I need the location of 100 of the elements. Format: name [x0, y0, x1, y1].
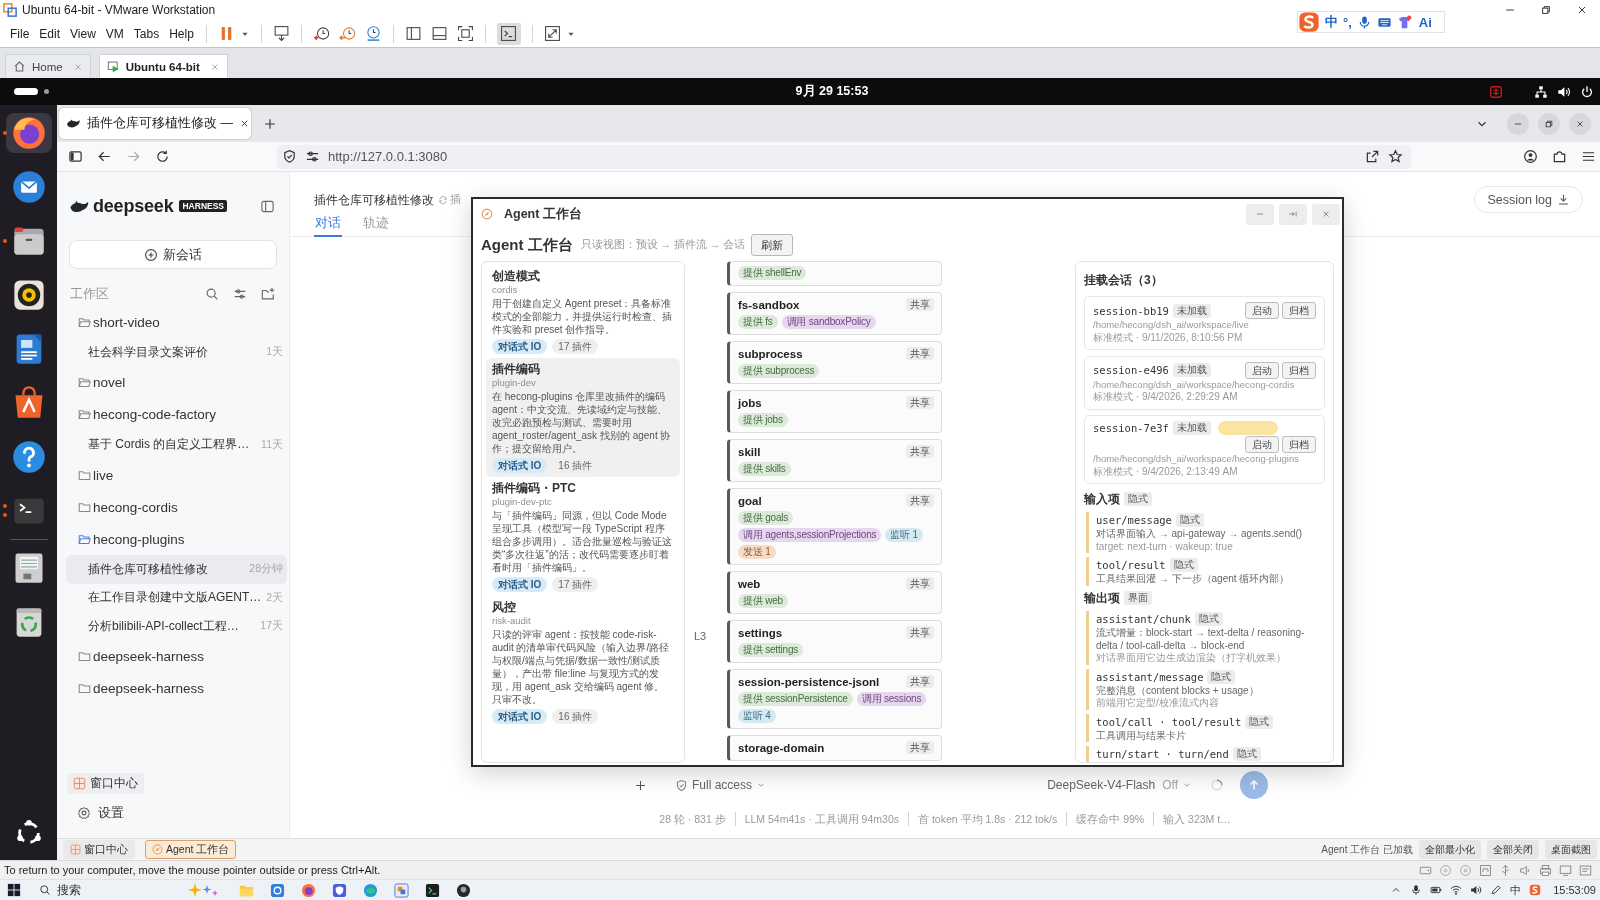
plus-icon[interactable] — [634, 778, 647, 792]
punctuation-toggle[interactable]: °, — [1343, 14, 1352, 30]
ai-assistant-button[interactable]: Ai — [1418, 14, 1432, 30]
workspace-dot-icon[interactable] — [44, 89, 49, 94]
app-tile-icon[interactable] — [270, 882, 285, 898]
start-button[interactable]: 启动 — [1245, 302, 1279, 319]
tab[interactable]: Home — [5, 54, 91, 78]
sidebar-icon[interactable] — [68, 149, 83, 164]
back-icon[interactable] — [97, 149, 112, 164]
tab[interactable]: Ubuntu 64-bit — [98, 54, 228, 78]
clock[interactable]: 15:53:09 — [1553, 884, 1596, 896]
session-log-button[interactable]: Session log — [1474, 186, 1583, 213]
shield-icon[interactable] — [282, 149, 297, 164]
terminal-icon[interactable] — [425, 882, 440, 898]
printer-icon[interactable] — [1539, 863, 1552, 877]
pen-icon[interactable] — [1490, 884, 1503, 896]
windows-logo-icon[interactable] — [7, 883, 21, 897]
shirt-icon[interactable] — [1396, 14, 1412, 30]
battery-icon[interactable] — [1430, 884, 1443, 896]
restore-button[interactable] — [1538, 112, 1560, 135]
network-icon[interactable] — [1534, 84, 1548, 99]
help-icon[interactable] — [10, 439, 47, 475]
new-folder-icon[interactable] — [261, 287, 275, 301]
fullscreen-icon[interactable] — [456, 25, 474, 42]
menu-item[interactable]: File — [10, 26, 30, 41]
menu-item[interactable]: Edit — [39, 26, 61, 41]
model-selector[interactable]: DeepSeek-V4-Flash Off — [1047, 778, 1192, 792]
new-chat-button[interactable]: 新会话 — [69, 240, 277, 269]
archive-button[interactable]: 归档 — [1282, 361, 1316, 379]
new-tab-icon[interactable] — [263, 116, 277, 131]
session-item[interactable]: 插件仓库可移植性修改 28分钟 — [66, 555, 287, 584]
computer-arrow-icon[interactable] — [272, 25, 290, 42]
ime-logo-icon[interactable] — [1298, 11, 1320, 33]
refresh-button[interactable]: 刷新 — [751, 234, 794, 256]
settings-item[interactable]: 设置 — [66, 800, 287, 826]
workbench-button[interactable]: Agent 工作台 — [145, 840, 237, 859]
sliders-icon[interactable] — [233, 287, 247, 301]
session-item[interactable]: 社会科学目录文案评价 1天 — [66, 338, 287, 367]
menu-icon[interactable] — [1581, 149, 1596, 164]
puzzle-icon[interactable] — [1552, 149, 1567, 164]
reload-icon[interactable] — [155, 149, 170, 164]
bottom-panel-icon[interactable] — [430, 25, 448, 42]
folder-item[interactable]: live — [66, 459, 287, 491]
start-button[interactable]: 启动 — [1245, 361, 1279, 379]
tab[interactable]: 对话 — [314, 215, 342, 237]
preset-title[interactable]: 风控 — [492, 600, 674, 615]
taskbar-action-button[interactable]: 全部最小化 — [1419, 840, 1481, 859]
input-mode-indicator[interactable]: 中 — [1510, 882, 1522, 898]
folder-item[interactable]: novel — [66, 366, 287, 399]
input-indicator-icon[interactable] — [1489, 84, 1503, 99]
access-mode-button[interactable]: Full access — [675, 778, 767, 792]
clock-list-icon[interactable] — [364, 25, 382, 42]
session-item[interactable]: 在工作目录创建中文版AGENT… 2天 — [66, 583, 287, 612]
ime-logo-icon[interactable] — [1529, 884, 1542, 896]
session-item[interactable]: 分析bilibili-API-collect工程… 17天 — [66, 612, 287, 641]
shield-app-icon[interactable] — [332, 882, 347, 898]
taskbar-action-button[interactable]: 桌面截图 — [1545, 840, 1597, 859]
window-stack-icon[interactable] — [394, 882, 409, 898]
globe-icon[interactable] — [363, 882, 378, 898]
clock[interactable]: 9月 29 15:53 — [795, 83, 869, 100]
permissions-icon[interactable] — [305, 149, 320, 164]
archive-button[interactable]: 归档 — [1282, 302, 1316, 319]
close-icon[interactable] — [1576, 4, 1588, 16]
address-bar[interactable]: http://127.0.0.1:3080 — [277, 144, 1411, 169]
search-field[interactable]: 搜索 — [39, 880, 189, 900]
circle-logo-icon[interactable] — [456, 882, 471, 898]
menu-item[interactable]: Tabs — [133, 26, 160, 41]
sidebar-toggle-icon[interactable] — [260, 198, 275, 214]
preset-title[interactable]: 创造模式 — [492, 269, 674, 284]
wifi-icon[interactable] — [1450, 884, 1463, 896]
microphone-icon[interactable] — [1410, 884, 1423, 896]
clock-plus-icon[interactable] — [312, 25, 330, 42]
mail-icon[interactable] — [10, 169, 47, 205]
power-icon[interactable] — [1580, 84, 1594, 99]
preset-card[interactable]: 插件编码 plugin-dev 在 hecong-plugins 仓库里改插件的编码 agent：中文交流、先读域约定与技能、改完必跑预检与测试、需要时用 agent_roster/agent_ask 找别的 agent 协作；提交留给用户。 对话式 IO 16 插件 — [486, 358, 680, 477]
stretch-icon[interactable] — [543, 25, 561, 42]
start-button[interactable]: 启动 — [1245, 436, 1279, 453]
close-icon[interactable] — [239, 118, 250, 129]
browser-icon[interactable] — [301, 882, 316, 898]
bookmark-star-icon[interactable] — [1388, 149, 1403, 164]
preset-title[interactable]: 插件编码・PTC — [492, 481, 674, 496]
archive-button[interactable]: 归档 — [1282, 436, 1316, 453]
folder-item[interactable]: hecong-plugins — [66, 523, 287, 555]
menu-item[interactable]: VM — [105, 26, 124, 41]
volume-icon[interactable] — [1470, 884, 1483, 896]
clock-arrow-icon[interactable] — [338, 25, 356, 42]
window-center-button[interactable]: 窗口中心 — [67, 773, 144, 794]
menu-item[interactable]: View — [70, 26, 96, 41]
taskbar-action-button[interactable]: 全部关闭 — [1487, 840, 1539, 859]
menu-item[interactable]: Help — [169, 26, 194, 41]
window-center-button[interactable]: 窗口中心 — [63, 840, 135, 859]
folder-item[interactable]: deepseek-harness — [66, 640, 287, 673]
preset-title[interactable]: 插件编码 — [492, 362, 674, 377]
usb-icon[interactable] — [1499, 863, 1512, 877]
restore-icon[interactable] — [1540, 4, 1552, 16]
input-mode-toggle[interactable]: 中 — [1325, 13, 1338, 31]
sidebar-panel-icon[interactable] — [404, 25, 422, 42]
folder-item[interactable]: short-video — [66, 306, 287, 338]
account-icon[interactable] — [1523, 149, 1538, 164]
folder-item[interactable]: hecong-code-factory — [66, 398, 287, 431]
